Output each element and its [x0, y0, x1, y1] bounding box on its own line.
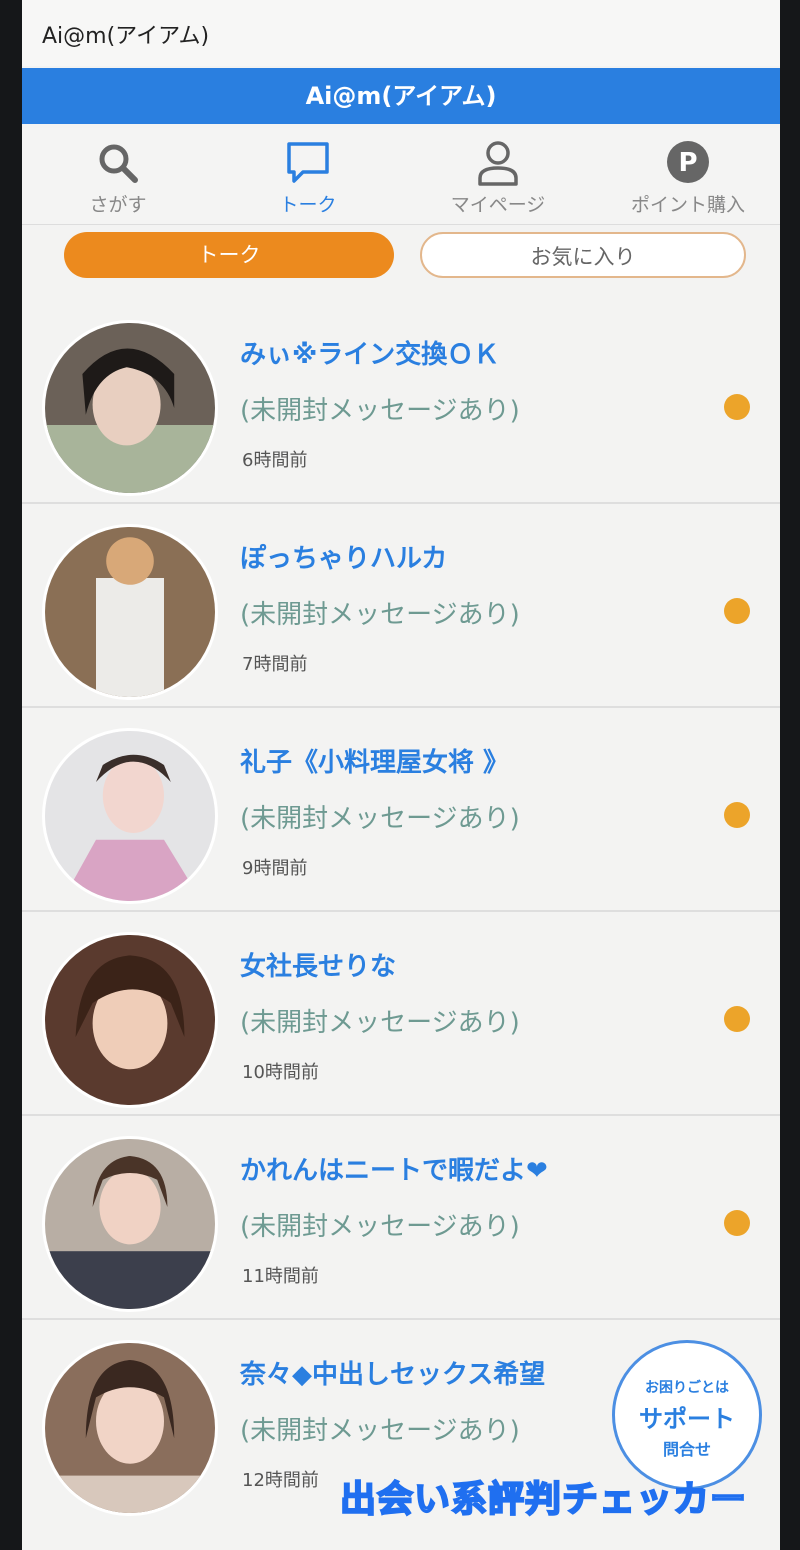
- conversation-name: 奈々◆中出しセックス希望: [240, 1360, 546, 1390]
- conversation-time: 7時間前: [242, 654, 308, 675]
- unread-dot: [724, 802, 750, 828]
- conversation-time: 6時間前: [242, 450, 308, 471]
- nav-search[interactable]: さがす: [28, 128, 208, 224]
- support-line2: サポート: [639, 1405, 735, 1433]
- conversation-name: 女社長せりな: [240, 952, 397, 982]
- conversation-name: みぃ※ライン交換ＯＫ: [240, 340, 500, 370]
- conversation-row[interactable]: 礼子《小料理屋女将 》 (未開封メッセージあり) 9時間前: [22, 708, 780, 912]
- top-nav: さがす トーク マイページ P ポイント購入: [22, 128, 780, 225]
- nav-talk[interactable]: トーク: [218, 128, 398, 224]
- search-icon: [99, 144, 138, 183]
- avatar: [42, 320, 218, 496]
- conversation-time: 12時間前: [242, 1470, 319, 1491]
- nav-label-talk: トーク: [279, 194, 337, 216]
- tab-switcher: トーク お気に入り: [22, 230, 780, 286]
- conversation-row[interactable]: みぃ※ライン交換ＯＫ (未開封メッセージあり) 6時間前: [22, 300, 780, 504]
- conversation-preview: (未開封メッセージあり): [240, 804, 520, 834]
- support-button[interactable]: お困りごとは サポート 問合せ: [612, 1340, 762, 1490]
- status-bar: Ai@m(アイアム): [22, 0, 780, 66]
- conversation-time: 11時間前: [242, 1266, 319, 1287]
- avatar: [42, 1340, 218, 1516]
- nav-label-mypage: マイページ: [450, 194, 546, 216]
- conversation-row[interactable]: 女社長せりな (未開封メッセージあり) 10時間前: [22, 912, 780, 1116]
- nav-label-search: さがす: [89, 194, 147, 216]
- conversation-row[interactable]: ぽっちゃりハルカ (未開封メッセージあり) 7時間前: [22, 504, 780, 708]
- conversation-name: ぽっちゃりハルカ: [240, 544, 448, 574]
- unread-dot: [724, 1006, 750, 1032]
- phone-screen: Ai@m(アイアム) Ai@m(アイアム) さがす トーク マイページ P ポイ…: [22, 0, 780, 1550]
- svg-text:P: P: [678, 148, 697, 178]
- conversation-time: 10時間前: [242, 1062, 319, 1083]
- conversation-preview: (未開封メッセージあり): [240, 1416, 520, 1446]
- conversation-name: 礼子《小料理屋女将 》: [240, 748, 510, 778]
- conversation-row[interactable]: かれんはニートで暇だよ❤ (未開封メッセージあり) 11時間前: [22, 1116, 780, 1320]
- chat-bubble-icon: [287, 142, 329, 183]
- header-title: Ai@m(アイアム): [305, 82, 497, 110]
- app-title: Ai@m(アイアム): [42, 24, 210, 49]
- header-bar: Ai@m(アイアム): [22, 68, 780, 124]
- nav-label-points: ポイント購入: [630, 194, 745, 216]
- nav-points[interactable]: P ポイント購入: [598, 128, 778, 224]
- nav-mypage[interactable]: マイページ: [408, 128, 588, 224]
- conversation-time: 9時間前: [242, 858, 308, 879]
- conversation-preview: (未開封メッセージあり): [240, 600, 520, 630]
- unread-dot: [724, 1210, 750, 1236]
- tab-favorites[interactable]: お気に入り: [420, 232, 746, 278]
- unread-dot: [724, 598, 750, 624]
- conversation-preview: (未開封メッセージあり): [240, 396, 520, 426]
- unread-dot: [724, 394, 750, 420]
- conversation-name: かれんはニートで暇だよ❤: [240, 1156, 548, 1186]
- points-p-icon: P: [667, 141, 709, 183]
- avatar: [42, 932, 218, 1108]
- conversation-preview: (未開封メッセージあり): [240, 1212, 520, 1242]
- user-icon: [478, 141, 518, 186]
- avatar: [42, 728, 218, 904]
- support-line3: 問合せ: [662, 1440, 711, 1459]
- avatar: [42, 524, 218, 700]
- avatar: [42, 1136, 218, 1312]
- conversation-preview: (未開封メッセージあり): [240, 1008, 520, 1038]
- watermark: 出会い系評判チェッカー: [339, 1478, 748, 1521]
- tab-talk[interactable]: トーク: [64, 232, 394, 278]
- support-line1: お困りごとは: [645, 1380, 729, 1396]
